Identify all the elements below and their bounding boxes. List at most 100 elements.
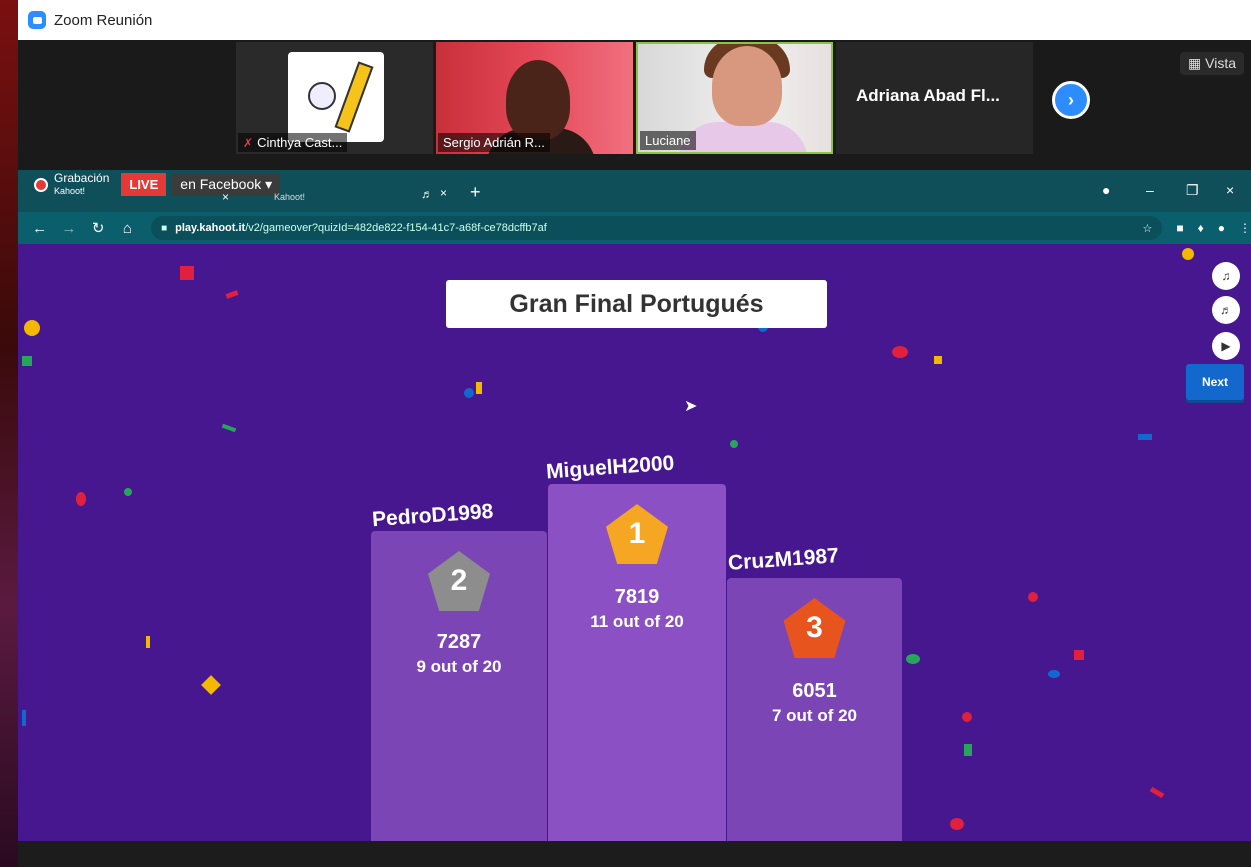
- confetti: [201, 675, 221, 695]
- next-button[interactable]: Next: [1186, 364, 1244, 400]
- second-place-score: 7287: [436, 631, 482, 653]
- third-place-score: 6051: [792, 680, 837, 702]
- home-icon[interactable]: ⌂: [120, 220, 135, 237]
- browser-tabbar: Grabación Kahoot! LIVE en Facebook ▾ × K…: [18, 170, 1251, 212]
- profile-menu-icon[interactable]: ●: [1102, 182, 1110, 198]
- volume-icon[interactable]: ♬: [1212, 296, 1240, 324]
- gold-medal-icon: 1: [606, 504, 668, 564]
- browser-toolbar: ← → ↻ ⌂ ■ play.kahoot.it/v2/gameover?qui…: [18, 212, 1251, 244]
- confetti: [124, 488, 132, 496]
- url-host: play.kahoot.it: [175, 222, 246, 234]
- pencil-cartoon-icon: [334, 61, 374, 133]
- participant-gallery: ✗ Cinthya Cast... Sergio Adrián R... Luci…: [18, 40, 1251, 170]
- confetti: [1149, 786, 1165, 799]
- next-participants-button[interactable]: ›: [1052, 81, 1090, 119]
- zoom-logo-icon: [28, 11, 46, 29]
- second-place-podium: 2 7287 9 out of 20: [371, 531, 547, 841]
- tab-title[interactable]: Kahoot!: [54, 186, 85, 196]
- recording-label: Grabación: [54, 171, 110, 185]
- confetti: [476, 382, 482, 394]
- bookmark-star-icon[interactable]: ☆: [1143, 222, 1153, 235]
- third-place-player: CruzM1987: [727, 544, 840, 575]
- live-badge: LIVE: [121, 173, 167, 196]
- music-icon[interactable]: ♫: [1212, 262, 1240, 290]
- third-place-podium: 3 6051 7 out of 20: [727, 578, 902, 841]
- address-bar[interactable]: ■ play.kahoot.it/v2/gameover?quizId=482d…: [151, 216, 1163, 240]
- more-menu-icon[interactable]: ⋮: [1239, 221, 1251, 235]
- confetti: [1074, 650, 1084, 660]
- confetti: [934, 356, 942, 364]
- confetti: [221, 423, 237, 433]
- confetti: [950, 818, 964, 830]
- kahoot-gameover-page: Gran Final Portugués PedroD1998 2 7287 9…: [18, 244, 1251, 841]
- minimize-icon[interactable]: –: [1146, 182, 1154, 198]
- record-icon: [34, 177, 48, 192]
- confetti: [180, 266, 194, 280]
- puzzle-icon[interactable]: ♦: [1198, 221, 1204, 235]
- confetti: [22, 356, 32, 366]
- bottom-bar: [18, 841, 1251, 867]
- participant-video: [712, 46, 782, 126]
- second-place-player: PedroD1998: [371, 499, 495, 532]
- confetti: [146, 636, 150, 648]
- close-window-icon[interactable]: ×: [1226, 182, 1234, 198]
- new-tab-icon[interactable]: +: [470, 182, 481, 203]
- tab-close-icon[interactable]: ×: [440, 186, 447, 200]
- confetti: [225, 290, 239, 299]
- confetti: [962, 712, 972, 722]
- confetti: [1028, 592, 1038, 602]
- participant-name-label: Adriana Abad Fl...: [856, 86, 1000, 105]
- lock-icon: ■: [161, 222, 168, 234]
- bronze-medal-icon: 3: [783, 598, 846, 658]
- chevron-right-icon: ›: [1068, 89, 1074, 110]
- confetti: [906, 654, 920, 664]
- confetti: [464, 388, 474, 398]
- participant-name-label: Sergio Adrián R...: [438, 133, 550, 152]
- quiz-title: Gran Final Portugués: [446, 280, 827, 328]
- reload-icon[interactable]: ↻: [91, 219, 106, 237]
- recording-indicator: Grabación Kahoot! LIVE en Facebook ▾: [34, 171, 281, 197]
- participant-name-label: ✗ Cinthya Cast...: [238, 133, 348, 152]
- desktop-edge: [0, 0, 18, 867]
- mic-muted-icon: ✗: [243, 136, 254, 150]
- screen: Zoom Reunión ✗ Cinthya Cast... Sergio Adr…: [0, 0, 1251, 867]
- window-title: Zoom Reunión: [54, 11, 153, 29]
- extension-icon[interactable]: ■: [1176, 221, 1183, 235]
- confetti: [964, 744, 972, 756]
- participant-tile[interactable]: Adriana Abad Fl...: [836, 42, 1033, 154]
- participant-tile[interactable]: ✗ Cinthya Cast...: [236, 42, 433, 154]
- confetti: [1138, 434, 1152, 440]
- tab-title[interactable]: Kahoot!: [274, 192, 305, 202]
- confetti: [892, 346, 908, 358]
- back-icon[interactable]: ←: [32, 220, 47, 237]
- skip-icon[interactable]: ▶: [1212, 332, 1240, 360]
- tab-close-icon[interactable]: ×: [222, 190, 229, 204]
- zoom-titlebar: Zoom Reunión: [18, 0, 1251, 40]
- confetti: [76, 492, 86, 506]
- confetti: [22, 710, 26, 726]
- first-place-correct: 11 out of 20: [590, 612, 684, 631]
- mouse-cursor-icon: ➤: [684, 398, 698, 415]
- silver-medal-icon: 2: [428, 551, 490, 611]
- view-button[interactable]: ▦ Vista: [1180, 52, 1244, 75]
- confetti: [1182, 248, 1194, 260]
- forward-icon[interactable]: →: [61, 220, 76, 237]
- speaker-icon[interactable]: ♬: [421, 187, 433, 201]
- confetti: [730, 440, 738, 448]
- url-path: /v2/gameover?quizId=482de822-f154-41c7-a…: [245, 222, 547, 234]
- participant-tile[interactable]: Sergio Adrián R...: [436, 42, 633, 154]
- third-place-correct: 7 out of 20: [771, 706, 857, 725]
- first-place-score: 7819: [614, 586, 660, 608]
- participant-video: [506, 60, 570, 140]
- restore-icon[interactable]: ❐: [1186, 182, 1199, 199]
- profile-avatar[interactable]: ●: [1218, 221, 1225, 235]
- first-place-podium: 1 7819 11 out of 20: [548, 484, 726, 841]
- participant-tile-active-speaker[interactable]: Luciane: [636, 42, 833, 154]
- grid-icon: ▦: [1188, 55, 1202, 71]
- caret-down-icon: ▾: [265, 176, 273, 192]
- avatar: [288, 52, 384, 142]
- confetti: [24, 320, 40, 336]
- second-place-correct: 9 out of 20: [416, 657, 502, 676]
- participant-name-label: Luciane: [640, 131, 696, 150]
- confetti: [1048, 670, 1060, 678]
